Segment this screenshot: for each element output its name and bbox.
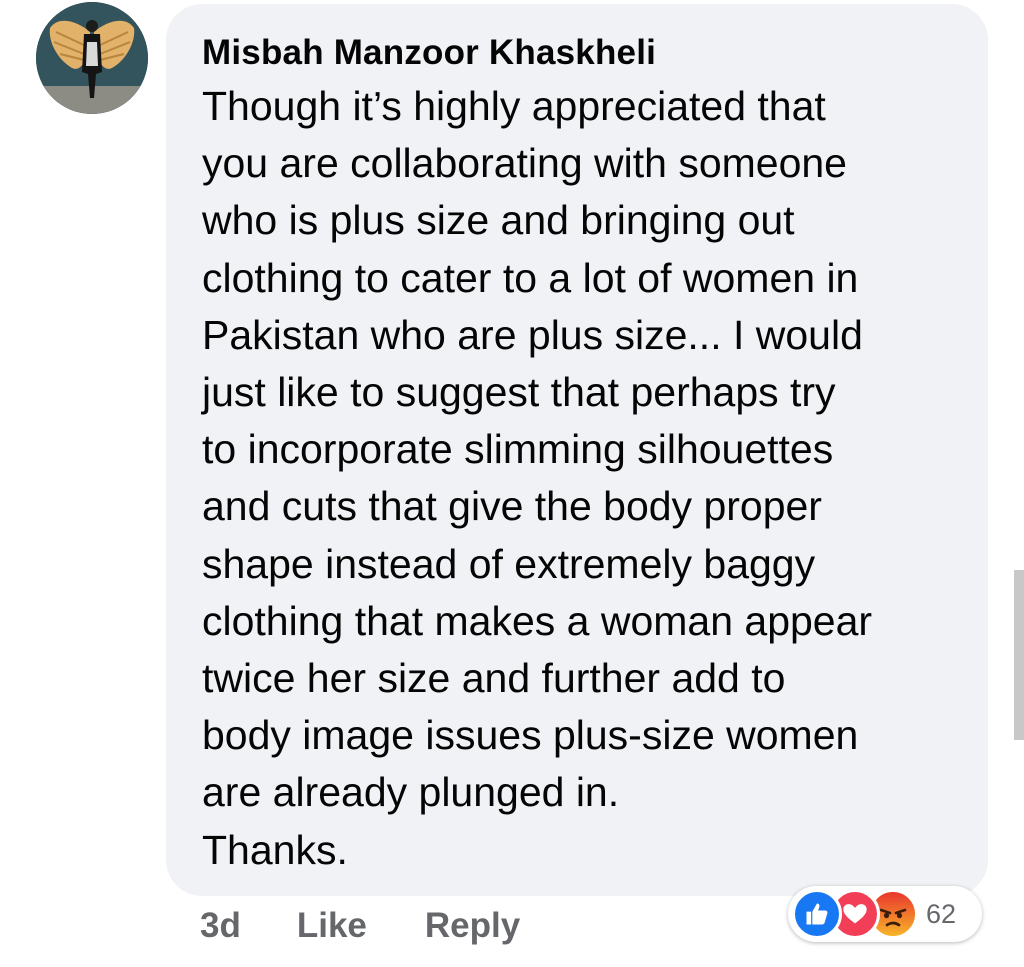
- comment-bubble: Misbah Manzoor Khaskheli Though it’s hig…: [166, 4, 988, 896]
- scrollbar-thumb[interactable]: [1014, 570, 1024, 740]
- comment-text: Though it’s highly appreciated that you …: [202, 83, 873, 873]
- reply-button[interactable]: Reply: [425, 906, 520, 946]
- reactions-summary[interactable]: 62: [788, 886, 982, 942]
- author-avatar[interactable]: [36, 2, 148, 114]
- avatar-image: [36, 2, 148, 114]
- comment-timestamp[interactable]: 3d: [200, 906, 241, 946]
- comment-author-name[interactable]: Misbah Manzoor Khaskheli: [202, 32, 968, 74]
- like-icon: [792, 889, 842, 939]
- like-button[interactable]: Like: [297, 906, 367, 946]
- reaction-count: 62: [926, 898, 957, 929]
- comment-actions: 3d Like Reply: [200, 906, 520, 946]
